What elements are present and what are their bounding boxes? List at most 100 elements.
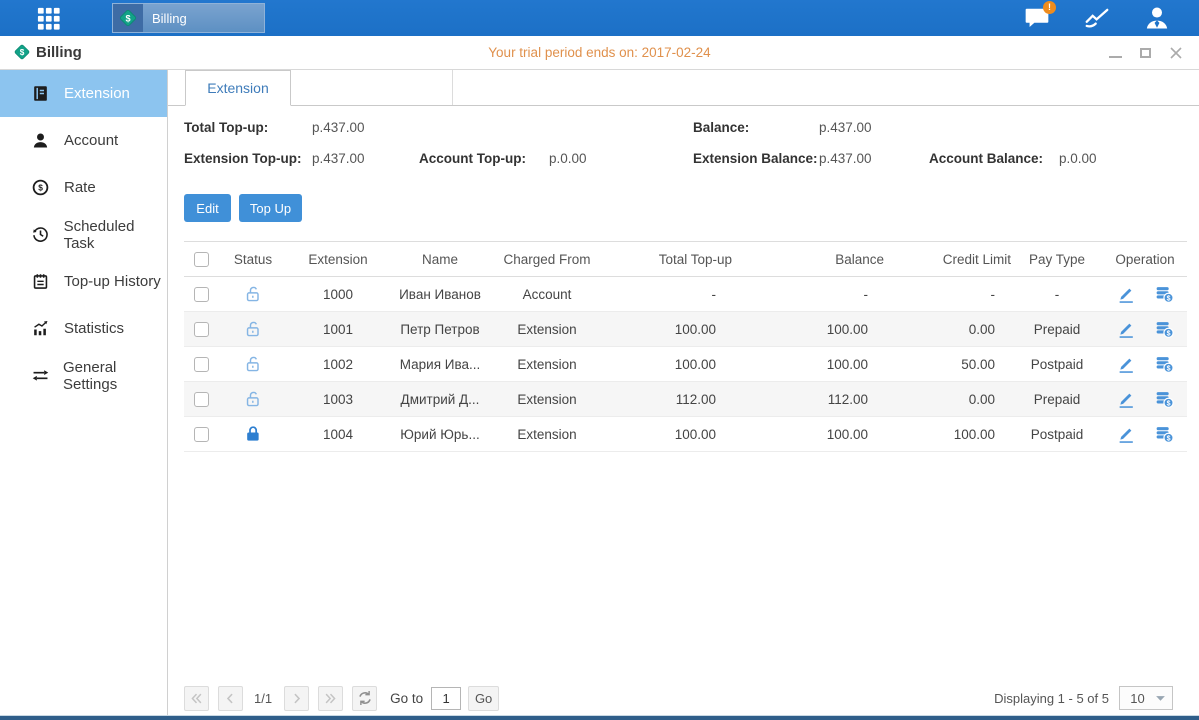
edit-icon[interactable] [1116,354,1136,374]
svg-text:$: $ [38,183,43,193]
topup-history-icon [31,272,51,292]
chevron-down-icon [1155,695,1166,702]
sidebar-item-account[interactable]: Account [0,117,167,164]
column-header: Operation [1103,242,1187,277]
window-titlebar: $ Billing Your trial period ends on: 201… [0,36,1199,70]
row-checkbox[interactable] [194,392,209,407]
edit-icon[interactable] [1116,389,1136,409]
topup-coins-icon[interactable]: $ [1154,354,1174,374]
next-page-button[interactable] [284,686,309,711]
sidebar-item-rate[interactable]: $ Rate [0,164,167,211]
extension-table: StatusExtensionNameCharged FromTotal Top… [184,241,1187,452]
refresh-icon[interactable] [352,686,377,711]
topup-coins-icon[interactable]: $ [1154,284,1174,304]
cell-operation: $ [1103,382,1187,417]
cell-total_topup: 112.00 [602,382,732,417]
maximize-button[interactable] [1138,46,1153,61]
edit-button[interactable]: Edit [184,194,231,222]
balance-value: p.437.00 [819,120,872,135]
column-header: Charged From [492,242,602,277]
tab-extension[interactable]: Extension [185,70,291,106]
account-balance-value: p.0.00 [1059,151,1097,166]
cell-total_topup: - [602,277,732,312]
cell-extension: 1003 [288,382,388,417]
cell-credit_limit: 100.00 [884,417,1011,452]
cell-pay_type: - [1011,277,1103,312]
cell-operation: $ [1103,277,1187,312]
total-topup-label: Total Top-up: [184,120,268,135]
minimize-button[interactable] [1108,46,1123,61]
cell-operation: $ [1103,347,1187,382]
user-icon[interactable] [1139,5,1175,31]
sidebar-item-extension[interactable]: Extension [0,70,167,117]
lock-open-icon[interactable] [243,284,263,304]
topup-coins-icon[interactable]: $ [1154,389,1174,409]
page-size-select[interactable]: 10 [1119,686,1173,710]
sidebar-item-label: Rate [64,179,96,196]
svg-text:$: $ [1167,331,1171,338]
sidebar-item-label: Extension [64,85,130,102]
messages-icon[interactable]: ! [1019,5,1055,31]
window-bottom-edge [0,715,1199,720]
cell-pay_type: Prepaid [1011,382,1103,417]
extension-topup-label: Extension Top-up: [184,151,302,166]
sidebar-item-top-up-history[interactable]: Top-up History [0,258,167,305]
svg-text:$: $ [1167,401,1171,408]
chart-icon[interactable] [1079,5,1115,31]
account-topup-value: p.0.00 [549,151,587,166]
first-page-button[interactable] [184,686,209,711]
content-area: Extension Total Top-up: p.437.00 Balance… [168,70,1199,715]
close-button[interactable] [1168,46,1183,61]
edit-icon[interactable] [1116,319,1136,339]
statistics-icon [31,319,51,339]
cell-charged_from: Extension [492,417,602,452]
lock-open-icon[interactable] [243,354,263,374]
top-up-button[interactable]: Top Up [239,194,302,222]
sidebar-item-general-settings[interactable]: General Settings [0,352,167,399]
cell-charged_from: Extension [492,382,602,417]
cell-charged_from: Extension [492,312,602,347]
general-settings-icon [31,366,50,386]
lock-open-icon[interactable] [243,319,263,339]
select-all-checkbox[interactable] [194,252,209,267]
sidebar-item-label: Account [64,132,118,149]
last-page-button[interactable] [318,686,343,711]
extension-balance-value: p.437.00 [819,151,872,166]
row-checkbox[interactable] [194,357,209,372]
column-header: Total Top-up [602,242,732,277]
row-checkbox[interactable] [194,322,209,337]
column-header: Credit Limit [884,242,1011,277]
sidebar-item-statistics[interactable]: Statistics [0,305,167,352]
extension-topup-value: p.437.00 [312,151,365,166]
taskbar-tab-billing[interactable]: $ Billing [112,3,265,33]
cell-operation: $ [1103,312,1187,347]
edit-icon[interactable] [1116,424,1136,444]
goto-page-input[interactable] [431,687,461,710]
cell-total_topup: 100.00 [602,312,732,347]
balance-label: Balance: [693,120,749,135]
total-topup-value: p.437.00 [312,120,365,135]
row-checkbox[interactable] [194,287,209,302]
cell-balance: 112.00 [732,382,884,417]
extension-icon [31,84,51,104]
cell-name: Дмитрий Д... [388,382,492,417]
cell-charged_from: Account [492,277,602,312]
notification-badge: ! [1043,1,1056,14]
edit-icon[interactable] [1116,284,1136,304]
sidebar: Extension Account $ Rate Scheduled TaskTop-u… [0,70,168,715]
apps-grid-icon[interactable] [33,6,63,30]
svg-text:$: $ [1167,366,1171,373]
prev-page-button[interactable] [218,686,243,711]
go-button[interactable]: Go [468,686,499,711]
page-size-value: 10 [1120,691,1155,706]
lock-closed-icon[interactable] [243,424,263,444]
row-checkbox[interactable] [194,427,209,442]
topup-coins-icon[interactable]: $ [1154,319,1174,339]
cell-credit_limit: - [884,277,1011,312]
cell-credit_limit: 50.00 [884,347,1011,382]
sidebar-item-scheduled-task[interactable]: Scheduled Task [0,211,167,258]
lock-open-icon[interactable] [243,389,263,409]
cell-operation: $ [1103,417,1187,452]
topup-coins-icon[interactable]: $ [1154,424,1174,444]
sidebar-item-label: Statistics [64,320,124,337]
